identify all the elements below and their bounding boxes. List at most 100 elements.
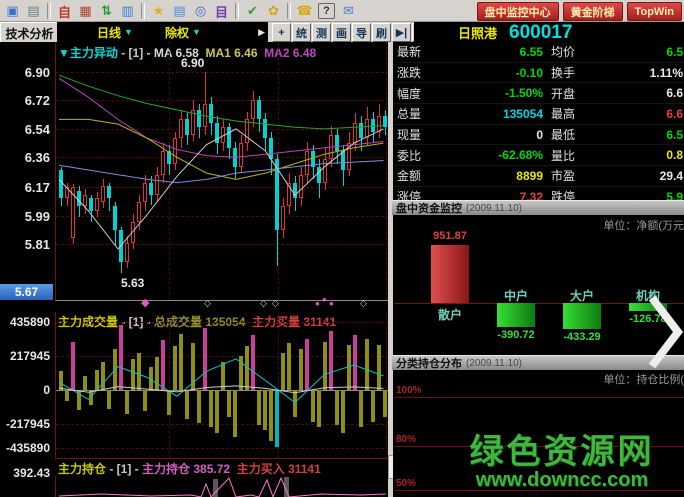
- stock-analysis-window: ▣ ▤ 自 ▦ ⇅ ▥ ★ ▤ ◎ 目 ✔ ✿ ☎? ✉ 盘中监控中心 黄金阶梯 TopWin 技术分析 日线…: [0, 0, 684, 497]
- toolbar-separator: [287, 3, 291, 19]
- signal-diamond: ◇: [272, 298, 279, 308]
- volume-bar: [275, 390, 279, 448]
- volume-bar: [335, 390, 339, 425]
- grid-line: [56, 356, 389, 357]
- help-icon[interactable]: ?: [318, 3, 335, 19]
- quote-value: 6.6: [666, 106, 683, 121]
- star-icon[interactable]: ★: [148, 2, 169, 20]
- expand-right-arrow[interactable]: ▶: [258, 27, 265, 38]
- note-icon[interactable]: ▤: [169, 2, 190, 20]
- volume-bar: [227, 390, 231, 417]
- draw-tool-button[interactable]: 画: [332, 23, 351, 42]
- grid-line: [56, 100, 389, 101]
- zero-line: [56, 390, 389, 391]
- refresh-tool-button[interactable]: 刷: [372, 23, 391, 42]
- candle: [185, 119, 189, 136]
- quote-value: -0.10: [515, 65, 543, 80]
- info-doc-icon[interactable]: 自: [54, 2, 75, 20]
- volume-bar: [347, 344, 351, 390]
- candle: [245, 119, 249, 144]
- quote-row: 总量 135054 最高 6.6: [394, 104, 684, 125]
- tab-technical-analysis[interactable]: 技术分析: [0, 22, 59, 44]
- flower-icon[interactable]: ✿: [263, 2, 284, 20]
- volume-bar: [287, 343, 291, 390]
- candle: [137, 201, 141, 223]
- candlestick-chart[interactable]: 6.90 5.63: [55, 42, 390, 301]
- volume-bar: [89, 390, 93, 405]
- pan-tool-button[interactable]: +: [272, 23, 291, 42]
- candle: [251, 100, 255, 120]
- download-check-icon[interactable]: ✔: [242, 2, 263, 20]
- header-segment: 主力持仓 385.72: [142, 462, 231, 476]
- volume-bar: [311, 390, 315, 422]
- fund-bar-positive: [431, 245, 469, 303]
- grid-line: [386, 42, 387, 300]
- next-page-arrow[interactable]: [646, 290, 684, 374]
- candle: [281, 206, 285, 230]
- chevron-down-icon: ▼: [124, 27, 133, 37]
- chat-icon[interactable]: ✉: [338, 2, 359, 20]
- book-icon[interactable]: 目: [211, 2, 232, 20]
- volume-bar: [329, 330, 333, 390]
- top-button-1[interactable]: 黄金阶梯: [562, 2, 623, 21]
- volume-bar: [113, 349, 117, 390]
- export-tool-button[interactable]: 导: [352, 23, 371, 42]
- price-axis-label: 6.17: [24, 180, 50, 195]
- volume-chart[interactable]: [55, 312, 390, 459]
- volume-bar: [95, 369, 99, 390]
- candle: [269, 138, 273, 159]
- top-button-2[interactable]: TopWin: [626, 2, 682, 21]
- fund-value-label: -390.72: [497, 329, 535, 341]
- volume-bar: [239, 355, 243, 390]
- volume-bar: [179, 333, 183, 390]
- spreadsheet-icon[interactable]: ▦: [75, 2, 96, 20]
- volume-bar: [173, 346, 177, 390]
- period-dropdown[interactable]: 日线 ▼: [97, 24, 133, 41]
- volume-bar: [185, 390, 189, 420]
- quote-label: 开盘: [551, 86, 576, 101]
- candle: [275, 158, 279, 230]
- low-annotation: 5.63: [121, 276, 145, 290]
- price-axis-label: 6.90: [24, 65, 50, 80]
- candle: [83, 195, 87, 207]
- volume-bar: [71, 341, 75, 390]
- signal-dot: ●: [329, 299, 334, 308]
- quote-value: 135054: [502, 106, 543, 121]
- candle: [179, 119, 183, 139]
- calendar-icon[interactable]: ▥: [117, 2, 138, 20]
- price-axis-label: 6.36: [24, 150, 50, 165]
- position-chart[interactable]: [55, 476, 390, 497]
- candle: [119, 230, 123, 262]
- next-tool-button[interactable]: ▶|: [392, 23, 411, 42]
- quote-header: 日照港 600017: [414, 22, 684, 43]
- phone-icon[interactable]: ☎: [294, 2, 315, 20]
- adjust-dropdown[interactable]: 除权 ▼: [165, 24, 201, 41]
- candle: [203, 103, 207, 128]
- volume-axis-label: 0: [43, 383, 50, 397]
- percent-label: 50%: [396, 478, 417, 489]
- candle: [95, 198, 99, 211]
- top-button-0[interactable]: 盘中监控中心: [476, 2, 559, 21]
- signal-dot: ●: [322, 295, 327, 304]
- volume-bar: [245, 346, 249, 390]
- toolbar-separator: [141, 3, 145, 19]
- volume-bar: [257, 390, 261, 425]
- sort-arrows-icon[interactable]: ⇅: [96, 2, 117, 20]
- volume-bar: [77, 390, 81, 410]
- measure-tool-button[interactable]: 测: [312, 23, 331, 42]
- candle: [305, 151, 309, 175]
- stats-tool-button[interactable]: 统: [292, 23, 311, 42]
- volume-bar: [377, 344, 381, 390]
- signal-diamond: ◇: [360, 298, 367, 308]
- quote-value: -1.50%: [504, 86, 543, 101]
- candle: [263, 119, 267, 139]
- line-layer: [58, 74, 384, 250]
- volume-bar: [383, 390, 387, 417]
- candle: [257, 100, 261, 120]
- network-icon[interactable]: ▣: [2, 2, 23, 20]
- signal-diamond: ◇: [260, 298, 267, 308]
- candle: [155, 174, 159, 196]
- candle: [227, 127, 231, 148]
- printer-icon[interactable]: ▤: [23, 2, 44, 20]
- search-doc-icon[interactable]: ◎: [190, 2, 211, 20]
